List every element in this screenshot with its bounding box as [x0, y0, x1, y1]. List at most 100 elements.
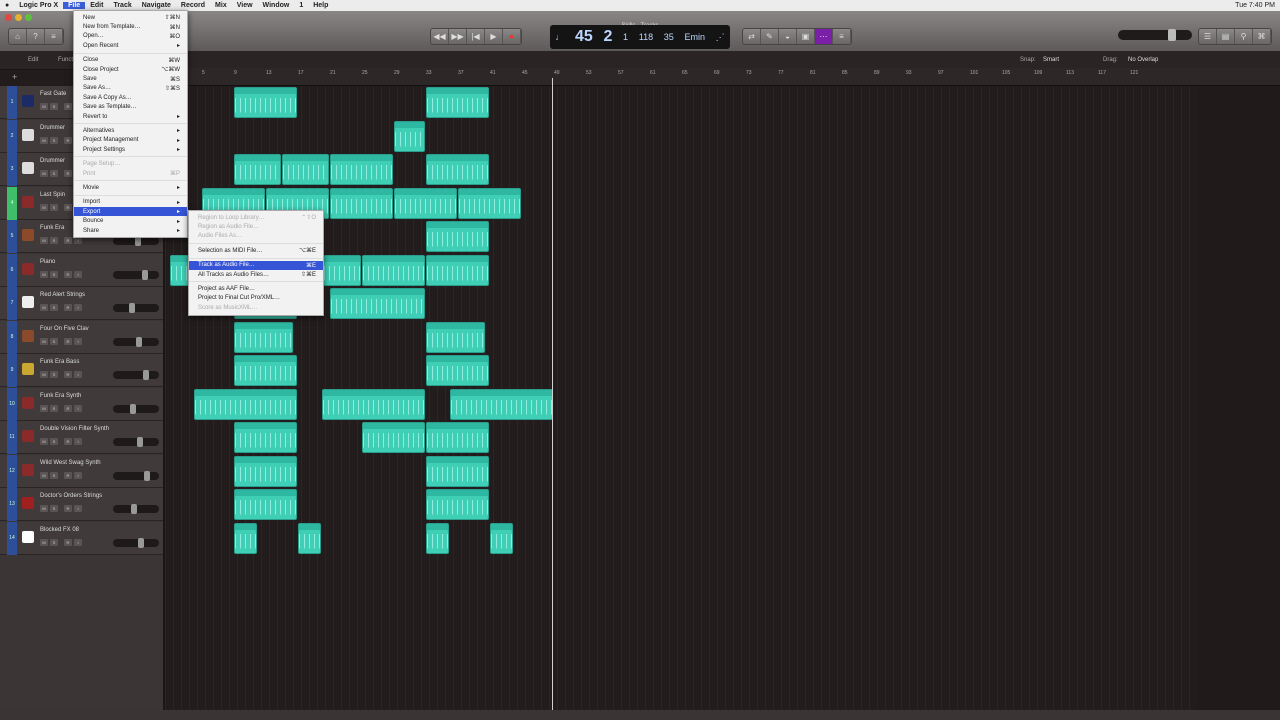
track-m-button[interactable]: M: [40, 404, 48, 412]
track-i-button[interactable]: I: [74, 471, 82, 479]
region[interactable]: [426, 489, 489, 520]
track-r-button[interactable]: R: [64, 203, 72, 211]
track-name[interactable]: Blocked FX 08: [40, 527, 79, 533]
menu-item[interactable]: Save as Template…: [74, 103, 187, 112]
minimize-button[interactable]: [15, 14, 22, 21]
track-r-button[interactable]: R: [64, 103, 72, 110]
track-m-button[interactable]: M: [40, 203, 48, 211]
menu-view[interactable]: View: [232, 2, 258, 9]
region[interactable]: [330, 154, 393, 185]
menu-item[interactable]: Project as AAF File…: [189, 284, 323, 293]
menu-edit[interactable]: Edit: [85, 2, 108, 9]
menu-item[interactable]: Close ⌘W: [74, 56, 187, 65]
track-s-button[interactable]: S: [50, 203, 58, 211]
region[interactable]: [330, 187, 393, 219]
track-name[interactable]: Double Vision Filter Synth: [40, 426, 109, 432]
region[interactable]: [362, 254, 425, 286]
menu-item[interactable]: All Tracks as Audio Files… ⇧⌘E: [189, 270, 323, 279]
track-r-button[interactable]: R: [64, 304, 72, 311]
region[interactable]: [234, 355, 297, 386]
menu-item[interactable]: Save A Copy As…: [74, 93, 187, 102]
track-r-button[interactable]: R: [64, 337, 72, 345]
menu-item[interactable]: Movie ▸: [74, 183, 187, 192]
track-header[interactable]: 13 Doctor's Orders Strings MSRI: [0, 488, 163, 521]
track-m-button[interactable]: M: [40, 438, 48, 445]
region[interactable]: [426, 422, 489, 453]
region[interactable]: [426, 522, 449, 554]
loops-icon[interactable]: ⚲: [1235, 29, 1253, 44]
snap-select[interactable]: Smart: [1043, 57, 1059, 63]
track-s-button[interactable]: S: [50, 438, 58, 445]
track-m-button[interactable]: M: [40, 270, 48, 278]
track-r-button[interactable]: R: [64, 170, 72, 177]
track-s-button[interactable]: S: [50, 471, 58, 479]
region[interactable]: [394, 187, 457, 219]
track-i-button[interactable]: I: [74, 371, 82, 378]
track-i-button[interactable]: I: [74, 337, 82, 345]
track-name[interactable]: Funk Era Bass: [40, 359, 79, 365]
volume-slider[interactable]: [113, 504, 159, 514]
track-r-button[interactable]: R: [64, 136, 72, 144]
track-header[interactable]: 12 Wild West Swag Synth MSRI: [0, 454, 163, 488]
track-s-button[interactable]: S: [50, 538, 58, 546]
region[interactable]: [234, 422, 297, 453]
track-m-button[interactable]: M: [40, 337, 48, 345]
menu-item[interactable]: New ⇧⌘N: [74, 13, 187, 22]
rewind-icon[interactable]: ◀◀: [431, 29, 449, 44]
track-name[interactable]: Funk Era: [40, 225, 64, 231]
track-name[interactable]: Red Alert Strings: [40, 292, 85, 298]
ruler[interactable]: 1591317212529333741454953576165697377818…: [165, 68, 1280, 86]
cycle-icon[interactable]: ⇄: [743, 29, 761, 44]
clock[interactable]: Tue 7:40 PM: [1230, 2, 1280, 9]
track-m-button[interactable]: M: [40, 237, 48, 244]
region[interactable]: [426, 355, 489, 386]
track-m-button[interactable]: M: [40, 505, 48, 512]
volume-slider[interactable]: [113, 470, 159, 481]
menu-item[interactable]: Project to Final Cut Pro/XML…: [189, 294, 323, 303]
region[interactable]: [194, 388, 297, 420]
volume-slider[interactable]: [113, 437, 159, 447]
track-i-button[interactable]: I: [74, 505, 82, 512]
track-s-button[interactable]: S: [50, 404, 58, 412]
edit-menu[interactable]: Edit: [28, 57, 38, 63]
app-menu[interactable]: Logic Pro X: [14, 2, 63, 9]
region[interactable]: [426, 154, 489, 185]
tuner-icon[interactable]: ✎: [761, 29, 779, 44]
count-in-icon[interactable]: ▣: [797, 29, 815, 44]
record-icon[interactable]: ●: [503, 29, 521, 44]
track-name[interactable]: Funk Era Synth: [40, 393, 81, 399]
track-name[interactable]: Last Spin: [40, 192, 65, 198]
menu-item[interactable]: Track as Audio File… ⌘E: [189, 260, 323, 270]
track-name[interactable]: Wild West Swag Synth: [40, 460, 101, 466]
menu-item[interactable]: Save As… ⇧⌘S: [74, 84, 187, 93]
track-s-button[interactable]: S: [50, 103, 58, 110]
menu-help[interactable]: Help: [308, 2, 333, 9]
track-i-button[interactable]: I: [74, 304, 82, 311]
track-s-button[interactable]: S: [50, 237, 58, 244]
track-name[interactable]: Doctor's Orders Strings: [40, 493, 102, 499]
menu-window[interactable]: Window: [258, 2, 295, 9]
track-m-button[interactable]: M: [40, 538, 48, 546]
region[interactable]: [234, 455, 297, 487]
menu-item[interactable]: Open Recent ▸: [74, 41, 187, 50]
menu-item[interactable]: Import ▸: [74, 198, 187, 207]
region[interactable]: [426, 221, 489, 252]
track-header[interactable]: 11 Double Vision Filter Synth MSRI: [0, 421, 163, 454]
toolbar-icon[interactable]: ≡: [45, 29, 63, 44]
menu-item[interactable]: Bounce ▸: [74, 216, 187, 225]
menu-item[interactable]: Open… ⌘O: [74, 32, 187, 41]
track-r-button[interactable]: R: [64, 237, 72, 244]
track-m-button[interactable]: M: [40, 471, 48, 479]
track-s-button[interactable]: S: [50, 304, 58, 311]
menu-item[interactable]: Selection as MIDI File… ⌥⌘E: [189, 246, 323, 255]
zoom-button[interactable]: [25, 14, 32, 21]
region[interactable]: [282, 154, 329, 185]
track-header[interactable]: 14 Blocked FX 08 MSRI: [0, 521, 163, 555]
region[interactable]: [234, 522, 257, 554]
region[interactable]: [298, 522, 321, 554]
track-name[interactable]: Four On Five Clav: [40, 326, 89, 332]
track-header[interactable]: 7 Red Alert Strings MSRI: [0, 287, 163, 320]
more-icon[interactable]: ≡: [833, 29, 851, 44]
track-s-button[interactable]: S: [50, 371, 58, 378]
menu-item[interactable]: New from Template… ⌘N: [74, 22, 187, 31]
